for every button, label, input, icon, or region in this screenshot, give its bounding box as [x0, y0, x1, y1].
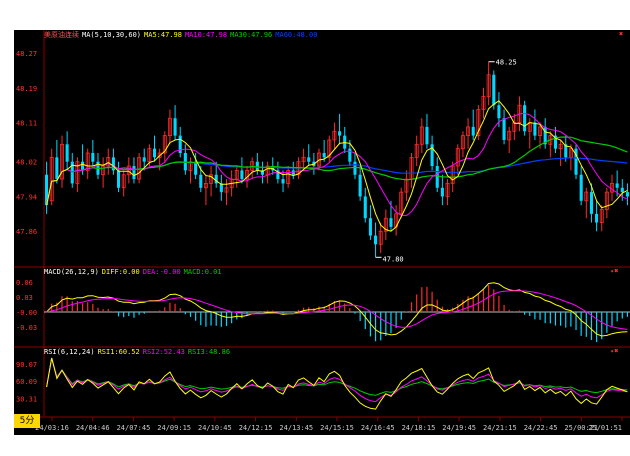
- futures-terminal: 美原油连续 MA(5,10,30,60) MA5:47.98 MA10:47.98 MA…: [0, 0, 630, 456]
- candle-body: [533, 122, 537, 136]
- price-tick-label: 48.27: [16, 50, 37, 58]
- candle-body: [353, 161, 357, 175]
- macd-dea-line: [46, 290, 628, 330]
- candle-body: [363, 196, 367, 219]
- time-tick-label: 24/10:45: [198, 424, 232, 432]
- candle-body: [620, 187, 624, 193]
- macd-params-label: MACD(26,12,9): [44, 268, 99, 276]
- ma10-value: MA10:47.98: [184, 31, 228, 39]
- time-tick-label: 24/13:45: [279, 424, 313, 432]
- rsi-tick-label: 90.07: [16, 361, 37, 369]
- ma-params-label: MA(5,10,30,60): [82, 31, 142, 39]
- candle-body: [497, 105, 501, 119]
- main-legend: 美原油连续 MA(5,10,30,60) MA5:47.98 MA10:47.98 MA…: [44, 31, 320, 40]
- macd-tick-label: 0.03: [16, 294, 33, 302]
- candle-body: [435, 166, 439, 188]
- rsi2-line: [46, 357, 628, 403]
- macd-diff-line: [46, 282, 628, 337]
- macd-legend: MACD(26,12,9) DIFF:0.00 DEA:-0.00 MACD:0.01: [44, 268, 225, 277]
- candle-body: [81, 161, 85, 171]
- rsi1-line: [46, 357, 628, 410]
- time-tick-label: 24/12:15: [239, 424, 273, 432]
- price-tick-label: 48.02: [16, 159, 37, 167]
- price-tick-label: 47.86: [16, 228, 37, 236]
- rsi2-value: RSI2:52.43: [142, 348, 185, 356]
- candle-body: [471, 126, 475, 136]
- candle-body: [595, 213, 599, 223]
- rsi1-value: RSI1:60.52: [97, 348, 140, 356]
- timeframe-badge[interactable]: 5分: [14, 414, 40, 428]
- price-tick-label: 48.11: [16, 120, 37, 128]
- price-tick-label: 48.19: [16, 85, 37, 93]
- time-tick-label: 24/15:15: [320, 424, 354, 432]
- candle-body: [55, 157, 59, 180]
- time-tick-label: 24/19:45: [442, 424, 476, 432]
- macd-tick-label: 0.06: [16, 279, 33, 287]
- time-tick-label: 25/01:51: [588, 424, 622, 432]
- candle-body: [91, 153, 95, 162]
- ma5-value: MA5:47.98: [144, 31, 182, 39]
- ma30-value: MA30:47.96: [230, 31, 273, 39]
- candle-body: [502, 118, 506, 140]
- candle-body: [322, 153, 326, 158]
- candle-body: [523, 105, 527, 132]
- candle-body: [348, 148, 352, 162]
- rsi-legend: RSI(6,12,24) RSI1:60.52 RSI2:52.43 RSI3:48.…: [44, 348, 233, 357]
- chart-canvas[interactable]: 48.27 48.19 48.11 48.02 47.94 47.86 48.25 47.80…: [14, 30, 630, 435]
- candle-body: [281, 179, 285, 184]
- time-tick-label: 24/18:15: [402, 424, 436, 432]
- high-price-label: 48.25: [496, 59, 517, 67]
- time-tick-label: 24/03:16: [35, 424, 69, 432]
- time-tick-label: 24/21:15: [483, 424, 517, 432]
- time-tick-label: 24/22:45: [524, 424, 558, 432]
- time-tick-label: 24/16:45: [361, 424, 395, 432]
- candle-body: [173, 118, 177, 136]
- macd-diff-value: DIFF:0.00: [101, 268, 140, 276]
- candle-body: [132, 166, 136, 180]
- candle-body: [579, 174, 583, 201]
- ma60-value: MA60:48.00: [275, 31, 318, 39]
- candle-body: [199, 174, 203, 188]
- candle-body: [65, 144, 69, 162]
- candle-body: [625, 192, 629, 197]
- price-tick-label: 47.94: [16, 193, 37, 201]
- macd-tick-label: -0.03: [16, 324, 37, 332]
- rsi-tick-label: 60.09: [16, 378, 37, 386]
- low-price-label: 47.80: [383, 255, 404, 263]
- candle-body: [368, 218, 372, 236]
- macd-dea-value: DEA:-0.00: [142, 268, 181, 276]
- candle-body: [389, 218, 393, 227]
- candle-body: [307, 157, 311, 162]
- candle-body: [255, 161, 259, 171]
- rsi-tick-label: 30.31: [16, 395, 37, 403]
- candle-body: [194, 161, 198, 175]
- macd-tick-label: -0.00: [16, 309, 37, 317]
- candle-body: [358, 174, 362, 197]
- rsi-params-label: RSI(6,12,24): [44, 348, 95, 356]
- candle-body: [440, 187, 444, 197]
- time-tick-label: 24/07:45: [117, 424, 151, 432]
- close-macd-button[interactable]: ✦✖: [610, 267, 618, 275]
- candle-body: [425, 126, 429, 145]
- candle-body: [240, 170, 244, 180]
- candle-body: [142, 157, 146, 162]
- candle-body: [116, 170, 121, 188]
- rsi3-value: RSI3:48.86: [187, 348, 231, 356]
- candle-body: [374, 235, 378, 245]
- close-main-button[interactable]: ✖: [619, 30, 623, 38]
- symbol-label: 美原油连续: [44, 31, 79, 39]
- macd-value: MACD:0.01: [183, 268, 222, 276]
- candle-body: [338, 131, 342, 136]
- candle-body: [492, 74, 496, 106]
- candle-body: [152, 148, 157, 158]
- time-tick-label: 24/09:15: [157, 424, 191, 432]
- close-rsi-button[interactable]: ✦✖: [610, 347, 618, 355]
- candle-body: [615, 183, 619, 188]
- candle-body: [589, 192, 593, 214]
- time-tick-label: 24/04:46: [76, 424, 110, 432]
